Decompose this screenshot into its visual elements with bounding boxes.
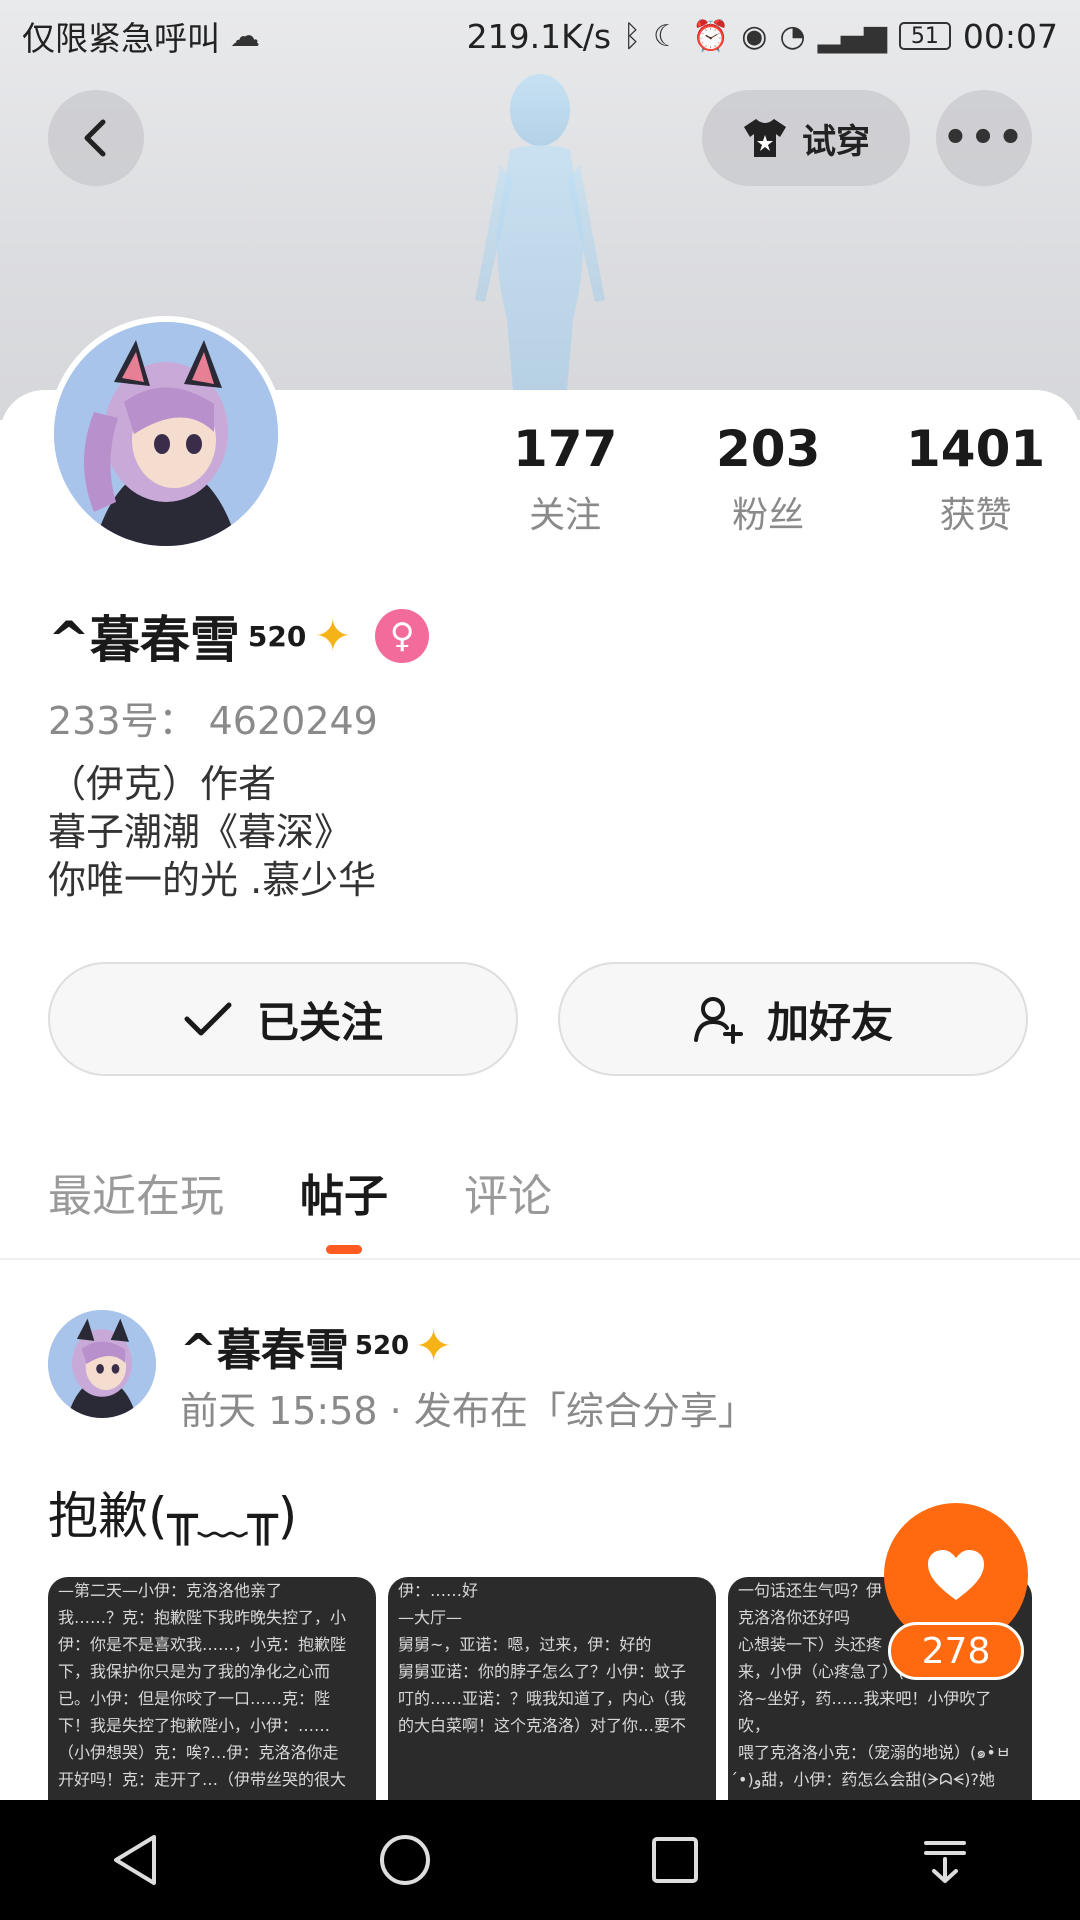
- post-author-avatar[interactable]: [48, 1310, 156, 1418]
- thumb-text: 舅舅亚诺：你的脖子怎么了？小伊：蚊子: [398, 1662, 687, 1681]
- sparkle-badge-icon: ✦: [415, 1320, 453, 1372]
- thumb-text: 开好吗！克：走开了…（伊带丝哭的很大: [58, 1770, 347, 1789]
- battery-indicator: 51: [898, 22, 951, 50]
- thumb-text: —大厅—: [398, 1608, 463, 1627]
- post-image-1[interactable]: —第二天—小伊：克洛洛他亲了 我……？克：抱歉陛下我昨晚失控了，小 伊：你是不是…: [48, 1577, 376, 1800]
- thumb-text: —第二天—小伊：克洛洛他亲了: [58, 1581, 283, 1600]
- add-user-icon: [693, 997, 743, 1044]
- female-gender-icon: ♀: [375, 609, 430, 663]
- system-nav-bar: [0, 1800, 1080, 1920]
- bluetooth-icon: ᛒ: [623, 18, 642, 54]
- tab-comments[interactable]: 评论: [464, 1160, 552, 1224]
- pull-down-icon: [924, 1841, 966, 1883]
- following-button[interactable]: 已关注: [48, 962, 518, 1076]
- thumb-text: •́)و甜，小伊：药怎么会甜(ᗒᗣᗕ)?她: [738, 1770, 995, 1789]
- username-text: ^暮春雪: [48, 611, 240, 669]
- following-count: 177: [513, 420, 618, 478]
- post-author-suffix: 520: [354, 1331, 410, 1361]
- network-speed: 219.1K/s: [466, 16, 612, 56]
- thumb-text: 伊：你是不是喜欢我……，小克：抱歉陛: [58, 1635, 347, 1654]
- moon-icon: ☾: [653, 18, 680, 54]
- post-avatar-image: [48, 1310, 156, 1418]
- followers-count: 203: [716, 420, 821, 478]
- bio-line: 暮子潮潮《暮深》: [48, 810, 353, 854]
- thumb-text: 洛~坐好，药……我来吧！小伊吹了吹，: [738, 1689, 992, 1735]
- bio-line: （伊克）作者: [48, 762, 277, 806]
- nav-notification-button[interactable]: [905, 1820, 985, 1900]
- profile-name: ^暮春雪 520 ✦ ♀: [48, 600, 430, 672]
- stat-followers[interactable]: 203 粉丝: [716, 420, 820, 538]
- post-author-text: ^暮春雪: [180, 1325, 349, 1376]
- active-tab-indicator: [326, 1245, 362, 1254]
- clock: 00:07: [962, 16, 1058, 56]
- more-options-button[interactable]: •••: [936, 90, 1032, 186]
- thumb-text: 喂了克洛洛小克：（宠溺的地说）(๑•̀ㅂ: [738, 1743, 1011, 1762]
- likes-count: 1401: [906, 420, 1046, 478]
- post-title[interactable]: 抱歉(╥﹏╥): [48, 1476, 297, 1548]
- stat-following[interactable]: 177 关注: [513, 420, 617, 538]
- thumb-text: 我……？克：抱歉陛下我昨晚失控了，小: [58, 1608, 347, 1627]
- thumb-text: （小伊想哭）克：唉?…伊：克洛洛你走: [58, 1743, 339, 1762]
- try-on-label: 试穿: [802, 121, 870, 162]
- divider: [0, 1258, 1080, 1260]
- avatar-figure-silhouette: [475, 74, 605, 390]
- avatar[interactable]: [48, 316, 284, 552]
- following-label: 关注: [529, 495, 602, 536]
- followers-label: 粉丝: [732, 495, 805, 536]
- thumb-text: 已。小伊：但是你咬了一口……克：陛: [58, 1689, 331, 1708]
- square-recents-icon: [652, 1837, 698, 1883]
- chevron-left-icon: [84, 119, 106, 157]
- bio: （伊克）作者 暮子潮潮《暮深》 你唯一的光 .慕少华: [48, 760, 376, 904]
- triangle-back-icon: [114, 1835, 156, 1885]
- try-on-button[interactable]: 试穿: [702, 90, 910, 186]
- post-meta: 前天 15:58 · 发布在「综合分享」: [180, 1389, 756, 1433]
- tshirt-icon: [744, 119, 786, 157]
- thumb-text: 叮的……亚诺：？哦我知道了，内心（我: [398, 1689, 687, 1708]
- nav-back-button[interactable]: [95, 1820, 175, 1900]
- following-button-label: 已关注: [256, 997, 383, 1047]
- carrier-text: 仅限紧急呼叫: [22, 19, 220, 58]
- like-count: 278: [888, 1622, 1024, 1680]
- add-friend-button[interactable]: 加好友: [558, 962, 1028, 1076]
- more-dots-icon: •••: [942, 115, 1026, 161]
- signal-icon: ▂▄▆: [817, 18, 887, 54]
- add-friend-label: 加好友: [766, 997, 893, 1047]
- checkmark-icon: [184, 1002, 232, 1036]
- bio-line: 你唯一的光 .慕少华: [48, 858, 377, 902]
- post-author-name[interactable]: ^暮春雪 520 ✦: [180, 1314, 452, 1378]
- cloud-icon: ☁: [230, 18, 260, 54]
- avatar-image: [54, 322, 278, 546]
- profile-tabs: 最近在玩 帖子 评论: [48, 1160, 552, 1254]
- nav-recents-button[interactable]: [635, 1820, 715, 1900]
- status-bar: 仅限紧急呼叫 ☁ 219.1K/s ᛒ ☾ ⏰ ◉ ◔ ▂▄▆ 51 00:07: [0, 0, 1080, 72]
- thumb-text: 下！我是失控了抱歉陛小，小伊：……: [58, 1716, 331, 1735]
- thumb-text: 下，我保护你只是为了我的净化之心而: [58, 1662, 331, 1681]
- eye-icon: ◉: [741, 18, 768, 54]
- user-id: 233号： 4620249: [48, 699, 378, 743]
- heart-icon: [928, 1550, 984, 1600]
- thumb-text: 伊：……好: [398, 1581, 479, 1600]
- sparkle-badge-icon: ✦: [314, 610, 352, 662]
- tab-posts[interactable]: 帖子: [300, 1160, 388, 1254]
- wifi-icon: ◔: [779, 18, 806, 54]
- circle-home-icon: [380, 1835, 430, 1885]
- thumb-text: 舅舅~，亚诺：嗯，过来，伊：好的: [398, 1635, 652, 1654]
- username-suffix: 520: [247, 619, 307, 653]
- back-button[interactable]: [48, 90, 144, 186]
- post-image-2[interactable]: 伊：……好 —大厅— 舅舅~，亚诺：嗯，过来，伊：好的 舅舅亚诺：你的脖子怎么了…: [388, 1577, 716, 1800]
- likes-label: 获赞: [939, 495, 1012, 536]
- stat-likes[interactable]: 1401 获赞: [906, 420, 1045, 538]
- tab-recently-played[interactable]: 最近在玩: [48, 1160, 224, 1224]
- tab-posts-label: 帖子: [300, 1171, 388, 1222]
- nav-home-button[interactable]: [365, 1820, 445, 1900]
- thumb-text: 的大白菜啊！这个克洛洛）对了你…要不: [398, 1716, 687, 1735]
- alarm-icon: ⏰: [691, 18, 730, 54]
